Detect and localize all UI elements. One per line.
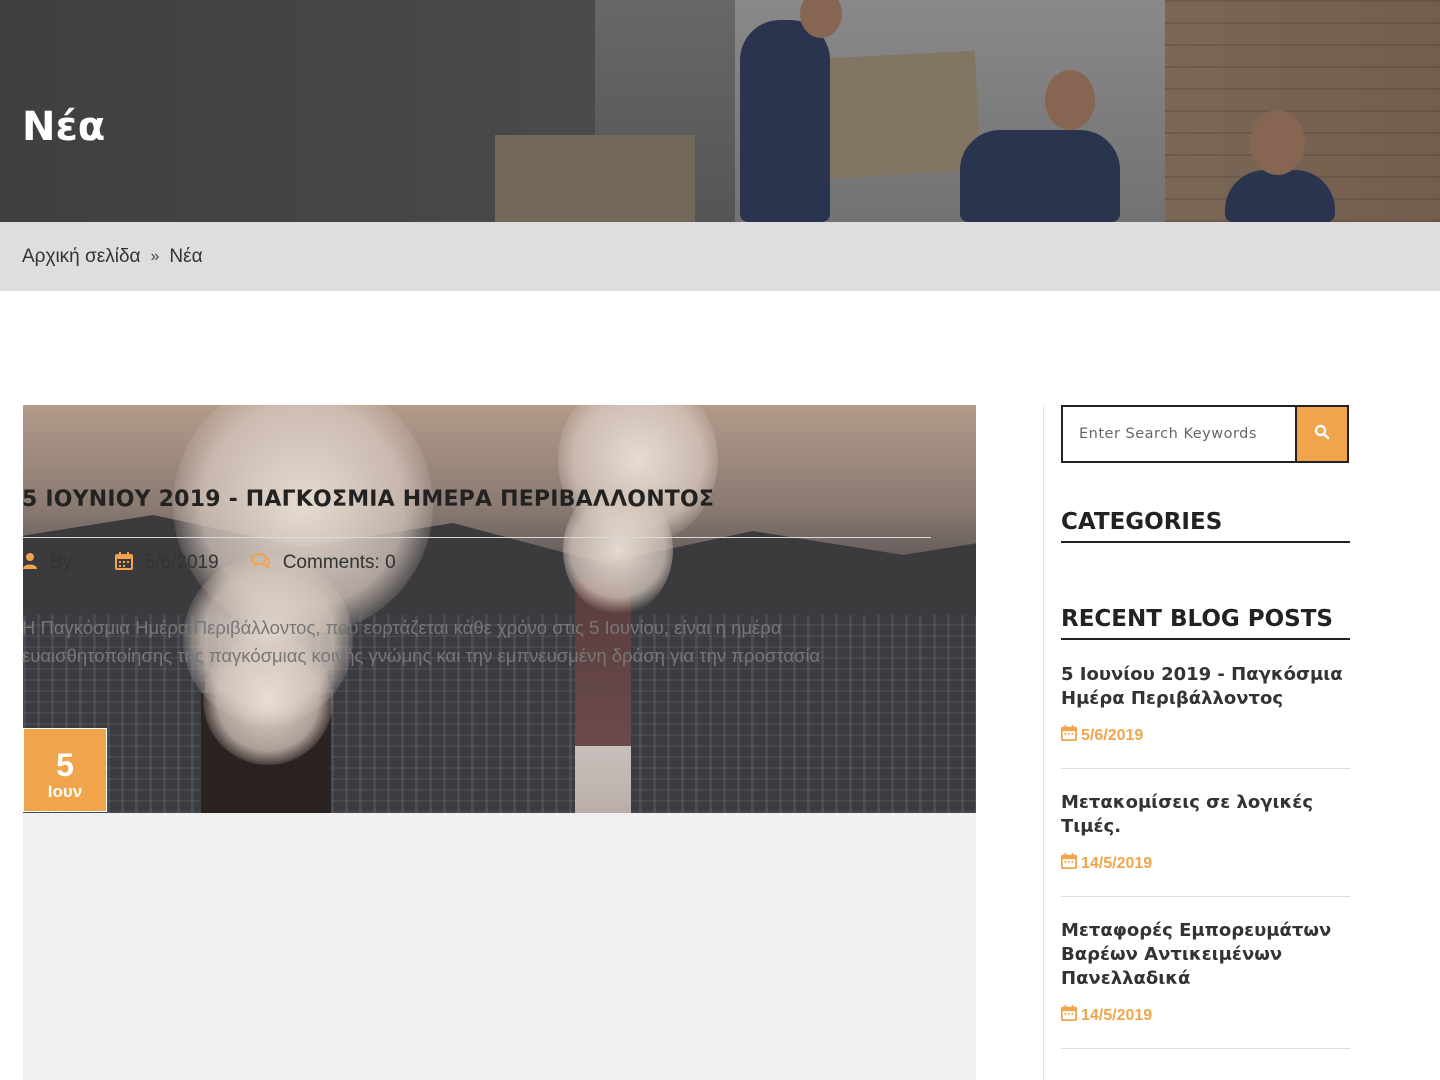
post-date-day: 5 [56, 747, 74, 783]
calendar-icon [1061, 853, 1077, 874]
search-input[interactable] [1061, 405, 1295, 463]
recent-post-title-link[interactable]: Μεταφορές Εμπορευμάτων Βαρέων Αντικειμέν… [1061, 919, 1350, 991]
recent-posts-list: 5 Ιουνίου 2019 - Παγκόσμια Ημέρα Περιβάλ… [1061, 663, 1350, 1071]
post-meta-date-value: 5/6/2019 [144, 552, 219, 573]
search-icon [1314, 424, 1330, 444]
breadcrumb-current: Νέα [169, 245, 203, 267]
categories-widget-title: CATEGORIES [1061, 509, 1350, 543]
calendar-icon [114, 551, 133, 575]
hero-overlay [0, 0, 1440, 222]
post-meta-by-label: By : [50, 552, 83, 573]
recent-post-date-value: 14/5/2019 [1081, 1006, 1153, 1024]
user-icon [22, 552, 38, 574]
recent-post-title-link[interactable]: Μετακομίσεις σε λογικές Τιμές. [1061, 791, 1350, 839]
post-title[interactable]: 5 ΙΟΥΝΙΟΥ 2019 - ΠΑΓΚΟΣΜΙΑ ΗΜΕΡΑ ΠΕΡΙΒΑΛ… [22, 487, 714, 512]
post-meta-comments-count: Comments: 0 [282, 552, 396, 573]
page-title: Νέα [22, 104, 106, 150]
post-divider [22, 537, 931, 538]
breadcrumb-home-link[interactable]: Αρχική σελίδα [22, 246, 141, 268]
post-featured-image[interactable]: 5 Ιουν [23, 405, 976, 813]
calendar-icon [1061, 725, 1077, 746]
breadcrumb-separator: » [150, 247, 160, 265]
post-meta-date: 5/6/2019 [114, 551, 219, 575]
post-date-badge: 5 Ιουν [23, 728, 107, 812]
sidebar-search-form [1061, 405, 1349, 463]
post-meta-comments[interactable]: Comments: 0 [250, 552, 396, 574]
post-meta: By : 5/6/2019 Comments: 0 [22, 551, 428, 575]
search-button[interactable] [1295, 405, 1349, 463]
post-date-month: Ιουν [47, 782, 83, 801]
post-excerpt: Η Παγκόσμια Ημέρα Περιβάλλοντος, που εορ… [22, 617, 821, 666]
recent-post-date: 5/6/2019 [1061, 725, 1350, 746]
recent-post-date-value: 5/6/2019 [1081, 726, 1144, 744]
recent-post-date: 14/5/2019 [1061, 853, 1350, 874]
list-item: 5 Ιουνίου 2019 - Παγκόσμια Ημέρα Περιβάλ… [1061, 663, 1350, 769]
sidebar-divider [1043, 405, 1044, 1080]
comments-icon [250, 552, 271, 574]
page-hero: Νέα [0, 0, 1440, 222]
recent-post-date: 14/5/2019 [1061, 1005, 1350, 1026]
recent-post-title-link[interactable]: 5 Ιουνίου 2019 - Παγκόσμια Ημέρα Περιβάλ… [1061, 663, 1350, 711]
list-item: Μετακομίσεις σε λογικές Τιμές. 14/5/2019 [1061, 791, 1350, 897]
breadcrumb: Αρχική σελίδα » Νέα [0, 222, 1440, 291]
calendar-icon [1061, 1005, 1077, 1026]
recent-posts-widget-title: RECENT BLOG POSTS [1061, 606, 1350, 640]
list-item: Μεταφορές Εμπορευμάτων Βαρέων Αντικειμέν… [1061, 919, 1350, 1049]
post-meta-author: By : [22, 552, 83, 574]
recent-post-date-value: 14/5/2019 [1081, 854, 1153, 872]
